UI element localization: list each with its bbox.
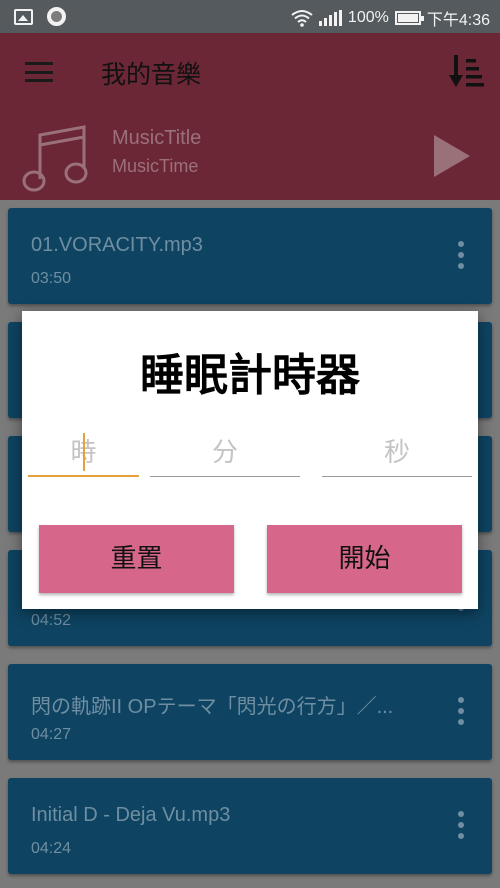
music-note-icon [22,125,88,192]
battery-icon [394,11,424,25]
second-input[interactable]: 秒 [322,429,472,477]
sort-icon[interactable] [448,53,484,89]
wifi-icon [291,10,313,27]
song-title: 01.VORACITY.mp3 [31,234,203,256]
text-cursor [83,433,85,471]
gallery-notification-icon [14,8,33,25]
song-card[interactable]: Initial D - Deja Vu.mp3 04:24 [8,778,492,874]
song-duration: 04:27 [31,726,72,743]
start-button[interactable]: 開始 [267,525,462,593]
dialog-title: 睡眠計時器 [140,350,360,401]
song-duration: 03:50 [31,270,72,287]
status-bar: 100% 下午4:36 [0,0,500,33]
minute-placeholder: 分 [211,438,238,468]
song-title: 閃の軌跡II OPテーマ「閃光の行方」／... [31,696,394,718]
second-placeholder: 秒 [383,438,410,468]
record-notification-icon [47,7,66,26]
reset-button[interactable]: 重置 [39,525,234,593]
more-options-icon[interactable] [458,241,464,269]
more-options-icon[interactable] [458,697,464,725]
now-playing-bar[interactable]: MusicTitle MusicTime [0,113,500,200]
now-playing-time: MusicTime [112,156,199,176]
song-title: Initial D - Deja Vu.mp3 [31,804,231,826]
app-title: 我的音樂 [101,60,202,89]
song-card[interactable]: 01.VORACITY.mp3 03:50 [8,208,492,304]
sleep-timer-dialog: 睡眠計時器 時 分 秒 重置 開始 [22,311,478,609]
second-underline [322,476,472,477]
hour-input[interactable]: 時 [28,429,139,477]
play-icon[interactable] [432,133,472,179]
minute-input[interactable]: 分 [150,429,300,477]
more-options-icon[interactable] [458,811,464,839]
song-duration: 04:52 [31,612,72,629]
clock: 下午4:36 [426,12,490,29]
minute-underline [150,476,300,477]
signal-icon [318,10,342,26]
battery-percent: 100% [347,9,389,26]
song-duration: 04:24 [31,840,72,857]
now-playing-title: MusicTitle [112,127,202,149]
song-card[interactable]: 閃の軌跡II OPテーマ「閃光の行方」／... 04:27 [8,664,492,760]
hour-underline [28,475,139,477]
app-toolbar: 我的音樂 [0,33,500,113]
menu-icon[interactable] [25,62,53,82]
